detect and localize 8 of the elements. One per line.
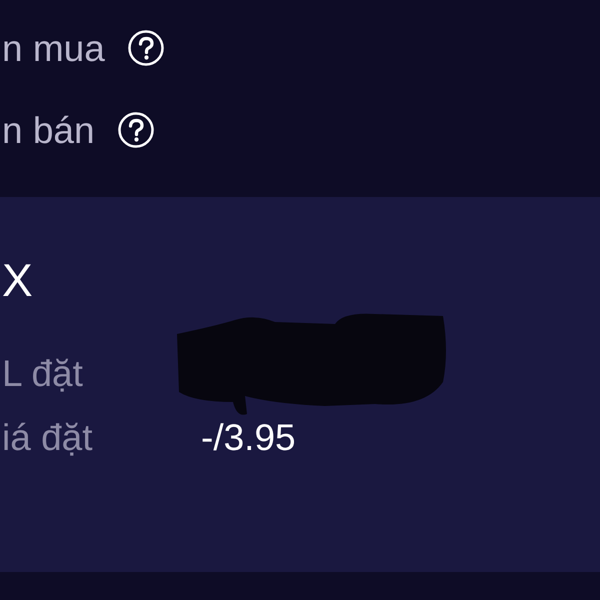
option-label: n mua: [1, 30, 105, 66]
help-icon[interactable]: [126, 29, 165, 67]
field-label: L đặt: [1, 354, 84, 392]
help-icon[interactable]: [116, 111, 155, 149]
field-label: iá đặt: [1, 418, 94, 456]
card-title: X: [1, 257, 34, 303]
option-label: n bán: [1, 112, 95, 148]
field-value: -/3.95: [201, 418, 296, 456]
